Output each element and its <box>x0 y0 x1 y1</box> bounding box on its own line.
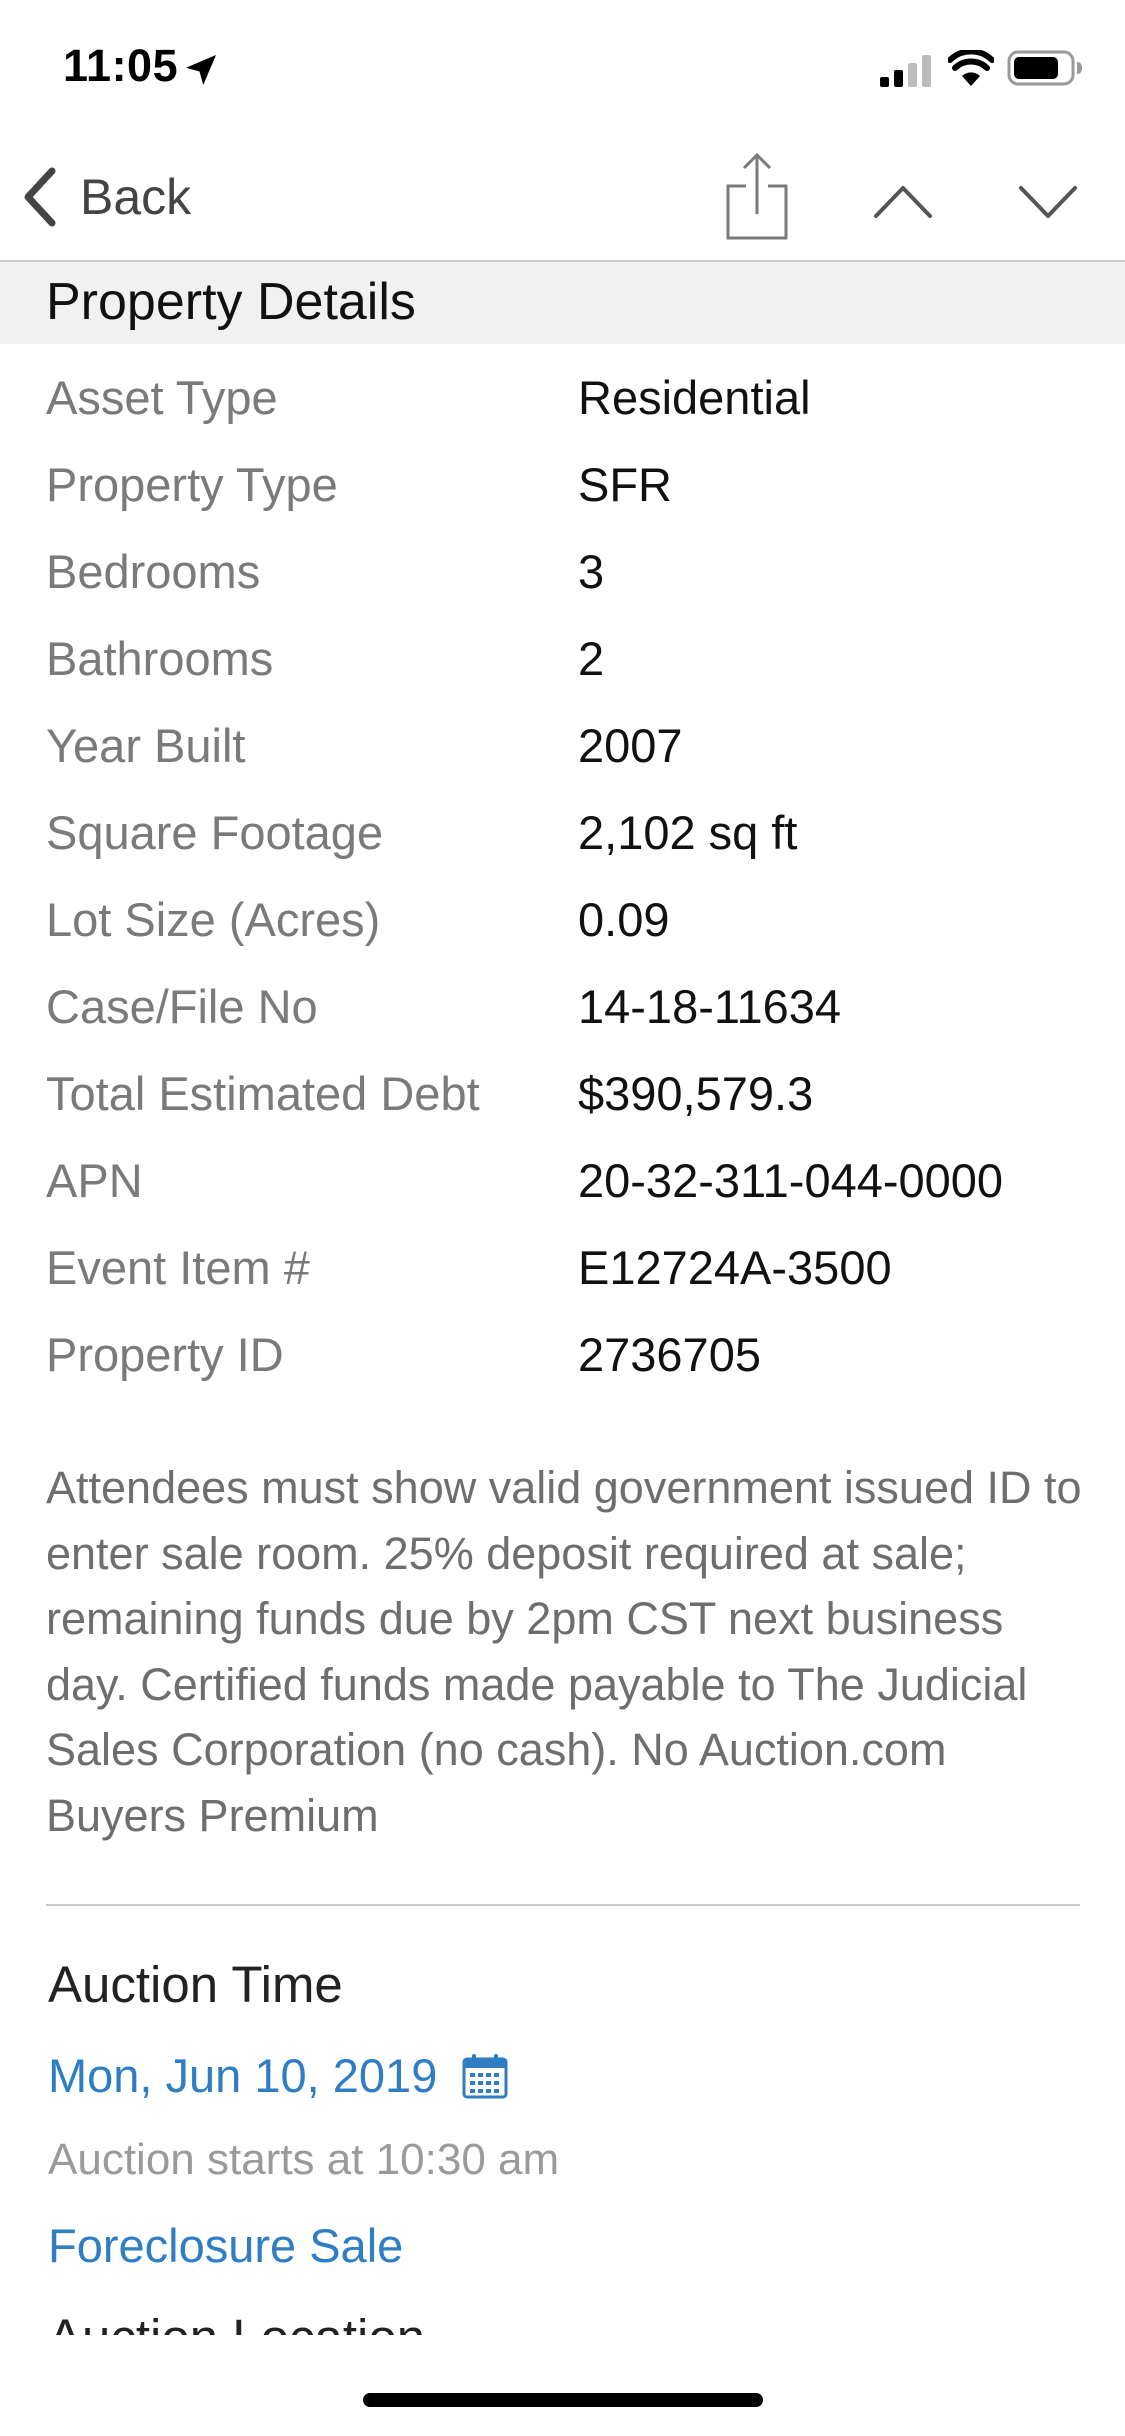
detail-row-total-estimated-debt: Total Estimated Debt $390,579.3 <box>0 1051 1125 1138</box>
share-icon[interactable] <box>724 152 790 242</box>
back-button[interactable]: Back <box>20 162 191 232</box>
section-title: Property Details <box>46 273 416 331</box>
auction-location-title: Auction Location <box>48 2308 425 2335</box>
detail-row-event-item: Event Item # E12724A-3500 <box>0 1225 1125 1312</box>
detail-row-apn: APN 20-32-311-044-0000 <box>0 1138 1125 1225</box>
detail-value: 20-32-311-044-0000 <box>578 1154 1004 1207</box>
detail-label: Year Built <box>46 719 246 772</box>
property-details-list: Asset Type Residential Property Type SFR… <box>0 355 1125 1399</box>
chevron-down-icon[interactable] <box>1015 172 1081 232</box>
detail-value: 2736705 <box>578 1328 761 1381</box>
detail-row-property-id: Property ID 2736705 <box>0 1312 1125 1399</box>
detail-row-year-built: Year Built 2007 <box>0 703 1125 790</box>
detail-row-asset-type: Asset Type Residential <box>0 355 1125 442</box>
detail-value: Residential <box>578 371 811 424</box>
detail-label: APN <box>46 1154 143 1207</box>
detail-label: Property ID <box>46 1328 284 1381</box>
detail-value: SFR <box>578 458 672 511</box>
detail-row-bedrooms: Bedrooms 3 <box>0 529 1125 616</box>
detail-row-case-file-no: Case/File No 14-18-11634 <box>0 964 1125 1051</box>
battery-icon <box>1007 50 1082 86</box>
detail-value: $390,579.3 <box>578 1067 814 1120</box>
foreclosure-sale-link[interactable]: Foreclosure Sale <box>48 2218 403 2273</box>
status-time: 11:05 <box>63 40 179 91</box>
detail-label: Asset Type <box>46 371 278 424</box>
detail-value: 2007 <box>578 719 683 772</box>
chevron-up-icon[interactable] <box>870 172 936 232</box>
auction-start-time: Auction starts at 10:30 am <box>48 2135 560 2184</box>
detail-label: Case/File No <box>46 980 318 1033</box>
auction-date[interactable]: Mon, Jun 10, 2019 <box>48 2048 437 2103</box>
sale-terms-disclaimer: Attendees must show valid government iss… <box>46 1462 1082 1841</box>
detail-label: Bedrooms <box>46 545 261 598</box>
section-divider <box>46 1904 1080 1906</box>
detail-label: Property Type <box>46 458 338 511</box>
detail-value: 0.09 <box>578 893 670 946</box>
back-label: Back <box>80 169 192 225</box>
detail-value: 2,102 sq ft <box>578 806 798 859</box>
detail-value: 3 <box>578 545 605 598</box>
detail-label: Square Footage <box>46 806 384 859</box>
detail-label: Lot Size (Acres) <box>46 893 381 946</box>
calendar-icon[interactable] <box>461 2052 509 2100</box>
cellular-signal-icon <box>880 55 931 87</box>
auction-location-section: Auction Location <box>0 2300 1125 2335</box>
detail-value: 2 <box>578 632 605 685</box>
detail-label: Event Item # <box>46 1241 310 1294</box>
auction-date-link[interactable]: Mon, Jun 10, 2019 <box>48 2048 509 2103</box>
detail-label: Total Estimated Debt <box>46 1067 480 1120</box>
detail-value: E12724A-3500 <box>578 1241 892 1294</box>
detail-row-lot-size: Lot Size (Acres) 0.09 <box>0 877 1125 964</box>
home-indicator[interactable] <box>363 2393 763 2407</box>
navigation-bar: Back <box>0 132 1125 262</box>
detail-row-square-footage: Square Footage 2,102 sq ft <box>0 790 1125 877</box>
chevron-left-icon <box>24 167 56 227</box>
status-bar: 11:05 <box>0 0 1125 132</box>
detail-row-bathrooms: Bathrooms 2 <box>0 616 1125 703</box>
location-arrow-icon <box>186 55 216 85</box>
auction-time-title: Auction Time <box>48 1956 343 2013</box>
property-details-header: Property Details <box>0 262 1125 344</box>
wifi-icon <box>948 50 994 86</box>
detail-row-property-type: Property Type SFR <box>0 442 1125 529</box>
detail-label: Bathrooms <box>46 632 274 685</box>
detail-value: 14-18-11634 <box>578 980 842 1033</box>
